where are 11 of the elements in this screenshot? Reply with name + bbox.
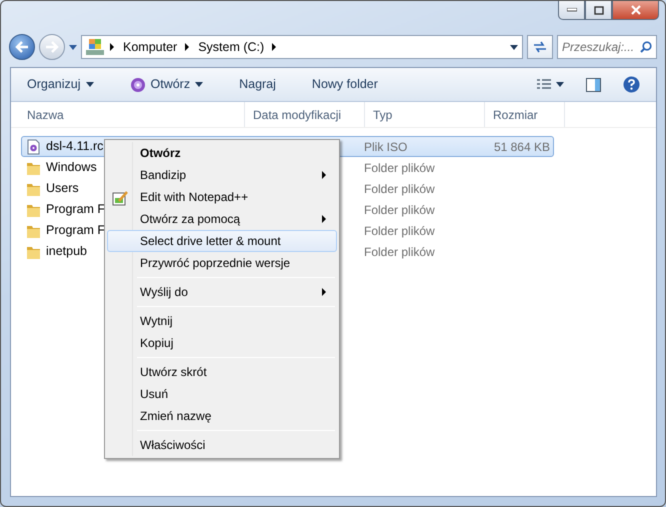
file-type: Plik ISO (364, 138, 408, 156)
file-type: Folder plików (364, 222, 436, 240)
file-type: Folder plików (364, 160, 436, 176)
folder-name: Users (46, 180, 79, 198)
file-size: 51 864 KB (492, 138, 551, 156)
file-type: Folder plików (364, 244, 436, 260)
file-type: Folder plików (364, 180, 436, 198)
folder-name: inetpub (46, 243, 88, 260)
folder-name: Windows (46, 159, 97, 176)
file-name: dsl-4.11.rc (46, 138, 104, 156)
file-type: Folder plików (364, 202, 436, 218)
